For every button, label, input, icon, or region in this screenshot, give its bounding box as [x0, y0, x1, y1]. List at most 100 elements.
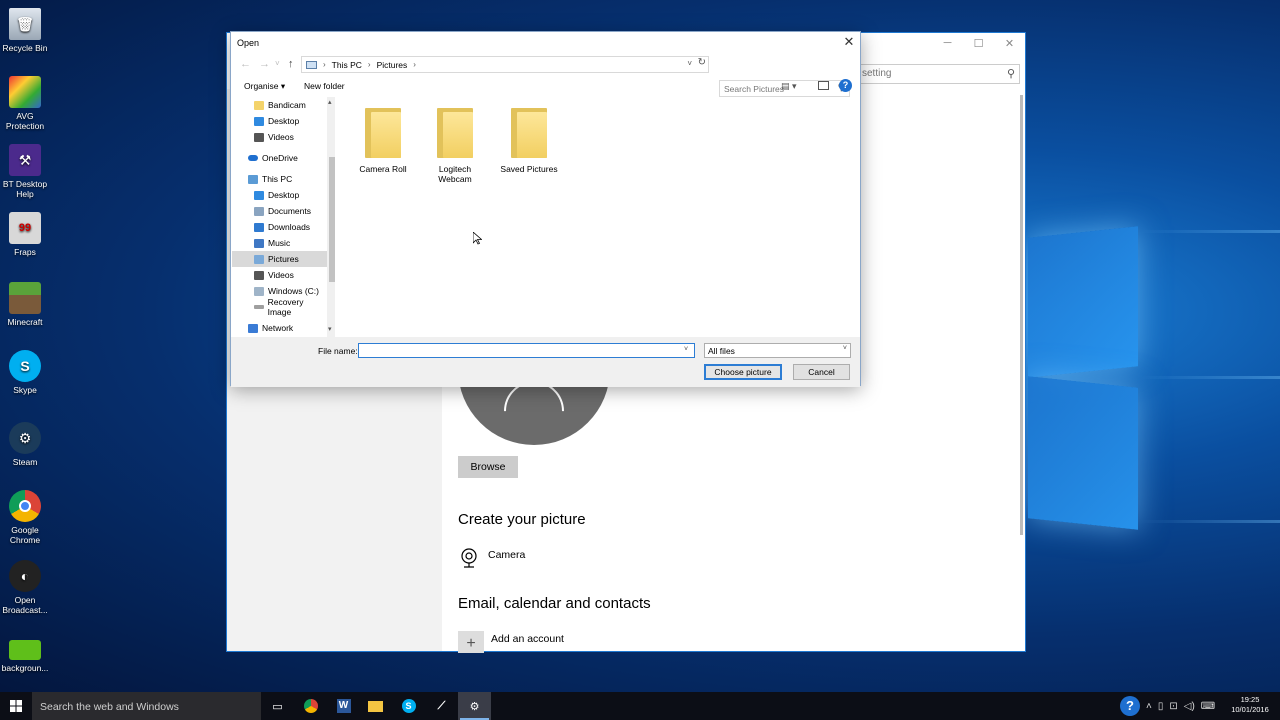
desktop-icon-skype[interactable]: S Skype: [0, 350, 50, 395]
battery-icon[interactable]: ▯: [1158, 701, 1164, 712]
refresh-icon[interactable]: ↻: [698, 57, 706, 68]
folder-camera-roll[interactable]: Camera Roll: [353, 108, 413, 174]
maximize-button[interactable]: ☐: [963, 33, 994, 53]
window-controls: ─ ☐ ✕: [932, 33, 1025, 53]
nav-item-onedrive[interactable]: OneDrive: [232, 150, 327, 166]
nav-item-documents[interactable]: Documents: [232, 203, 327, 219]
avg-icon: [9, 76, 41, 108]
taskbar-chrome-icon[interactable]: [294, 692, 327, 720]
drive-icon: [254, 286, 264, 296]
minimize-button[interactable]: ─: [932, 33, 963, 53]
desktop-icon-fraps[interactable]: 99 Fraps: [0, 212, 50, 257]
help-icon[interactable]: ?: [1120, 696, 1140, 716]
back-arrow-icon[interactable]: ←: [240, 58, 251, 70]
nav-item-videos-quick[interactable]: Videos: [232, 129, 327, 145]
desktop-icon: [254, 116, 264, 126]
help-icon[interactable]: ?: [839, 79, 852, 92]
minecraft-icon: [9, 282, 41, 314]
address-dropdown-icon[interactable]: ˅: [687, 59, 692, 68]
desktop-icon-recycle-bin[interactable]: 🗑 Recycle Bin: [0, 8, 50, 53]
folder-logitech-webcam[interactable]: Logitech Webcam: [425, 108, 485, 184]
this-pc-icon: [248, 174, 258, 184]
desktop-icon-steam[interactable]: ⚙ Steam: [0, 422, 50, 467]
add-account-option[interactable]: + Add an account: [458, 631, 564, 653]
settings-scrollbar[interactable]: [1019, 89, 1025, 539]
taskbar-obs-icon[interactable]: ⟋: [425, 692, 458, 720]
chevron-up-icon[interactable]: ˄: [1146, 701, 1152, 712]
recent-locations-chevron-icon[interactable]: ˅: [275, 59, 280, 68]
nav-item-downloads[interactable]: Downloads: [232, 219, 327, 235]
desktop-icon-chrome[interactable]: Google Chrome: [0, 490, 50, 545]
nav-item-desktop-quick[interactable]: Desktop: [232, 113, 327, 129]
camera-icon: [461, 548, 477, 568]
breadcrumb-pictures[interactable]: Pictures: [377, 60, 408, 70]
music-icon: [254, 238, 264, 248]
change-view-icon[interactable]: ▤ ▾: [781, 81, 797, 92]
nav-item-desktop[interactable]: Desktop: [232, 187, 327, 203]
scroll-thumb[interactable]: [329, 157, 335, 282]
obs-icon: ◐: [9, 560, 41, 592]
close-button[interactable]: ✕: [994, 33, 1025, 53]
start-button[interactable]: [0, 692, 32, 720]
file-type-select[interactable]: All files ˅: [704, 343, 851, 358]
open-file-dialog: Open ✕ ← → ˅ ↑ › This PC › Pictures › ˅ …: [230, 31, 861, 387]
address-bar[interactable]: › This PC › Pictures › ˅ ↻: [301, 56, 709, 73]
folder-icon: [437, 108, 473, 158]
fraps-icon: 99: [9, 212, 41, 244]
task-view-icon[interactable]: ▭: [261, 692, 294, 720]
downloads-icon: [254, 222, 264, 232]
cancel-button[interactable]: Cancel: [793, 364, 850, 380]
file-name-input[interactable]: [358, 343, 695, 358]
navigation-scrollbar[interactable]: ▴ ▾: [327, 97, 335, 337]
file-name-dropdown-icon[interactable]: ˅: [684, 346, 688, 353]
system-tray: ? ˄ ▯ ⊡ ◁) ⌨: [1120, 692, 1221, 720]
scroll-down-icon[interactable]: ▾: [328, 325, 332, 333]
nav-item-pictures[interactable]: Pictures: [232, 251, 327, 267]
nav-item-this-pc[interactable]: This PC: [232, 171, 327, 187]
plus-icon: +: [458, 631, 484, 653]
dialog-footer: File name: ˅ All files ˅ Choose picture …: [231, 337, 860, 387]
folder-saved-pictures[interactable]: Saved Pictures: [499, 108, 559, 174]
nav-item-bandicam[interactable]: Bandicam: [232, 97, 327, 113]
desktop-icon-avg[interactable]: AVG Protection: [0, 76, 50, 131]
volume-icon[interactable]: ◁): [1184, 701, 1195, 712]
settings-search-input[interactable]: setting ⚲: [857, 64, 1020, 84]
taskbar-skype-icon[interactable]: S: [392, 692, 425, 720]
bt-icon: ⚒: [9, 144, 41, 176]
network-icon[interactable]: ⊡: [1169, 701, 1177, 712]
dialog-close-button[interactable]: ✕: [842, 34, 856, 50]
steam-icon: ⚙: [9, 422, 41, 454]
taskbar-settings-icon[interactable]: ⚙: [458, 692, 491, 720]
taskbar-search-input[interactable]: Search the web and Windows: [32, 692, 261, 720]
recycle-bin-icon: 🗑: [9, 8, 41, 40]
organise-button[interactable]: Organise ▾: [244, 81, 285, 92]
search-icon: ⚲: [1006, 68, 1015, 80]
camera-option[interactable]: Camera: [458, 547, 525, 569]
browse-button[interactable]: Browse: [458, 456, 518, 478]
desktop-icon-minecraft[interactable]: Minecraft: [0, 282, 50, 327]
drive-icon: [254, 305, 264, 309]
desktop-icon-obs[interactable]: ◐ Open Broadcast...: [0, 560, 50, 615]
nav-item-videos[interactable]: Videos: [232, 267, 327, 283]
nav-item-music[interactable]: Music: [232, 235, 327, 251]
nav-item-network[interactable]: Network: [232, 320, 327, 336]
desktop-icon-bt-help[interactable]: ⚒ BT Desktop Help: [0, 144, 50, 199]
breadcrumb-this-pc[interactable]: This PC: [332, 60, 362, 70]
taskbar-word-icon[interactable]: W: [327, 692, 360, 720]
forward-arrow-icon[interactable]: →: [259, 58, 270, 70]
desktop-icon-background[interactable]: backgroun...: [0, 640, 50, 673]
preview-pane-icon[interactable]: [818, 81, 829, 90]
navigation-pane: Bandicam Desktop Videos OneDrive This PC…: [232, 97, 335, 337]
taskbar-file-explorer-icon[interactable]: [359, 692, 392, 720]
scroll-up-icon[interactable]: ▴: [328, 98, 332, 106]
address-row: ← → ˅ ↑ › This PC › Pictures › ˅ ↻ Searc…: [231, 56, 860, 97]
up-arrow-icon[interactable]: ↑: [288, 58, 294, 70]
folder-icon: [254, 100, 264, 110]
nav-item-recovery-image[interactable]: Recovery Image: [232, 297, 327, 317]
create-picture-heading: Create your picture: [458, 511, 586, 528]
choose-picture-button[interactable]: Choose picture: [704, 364, 782, 380]
new-folder-button[interactable]: New folder: [304, 81, 345, 91]
system-clock[interactable]: 19:25 10/01/2016: [1228, 695, 1272, 715]
keyboard-icon[interactable]: ⌨: [1201, 701, 1215, 712]
documents-icon: [254, 206, 264, 216]
